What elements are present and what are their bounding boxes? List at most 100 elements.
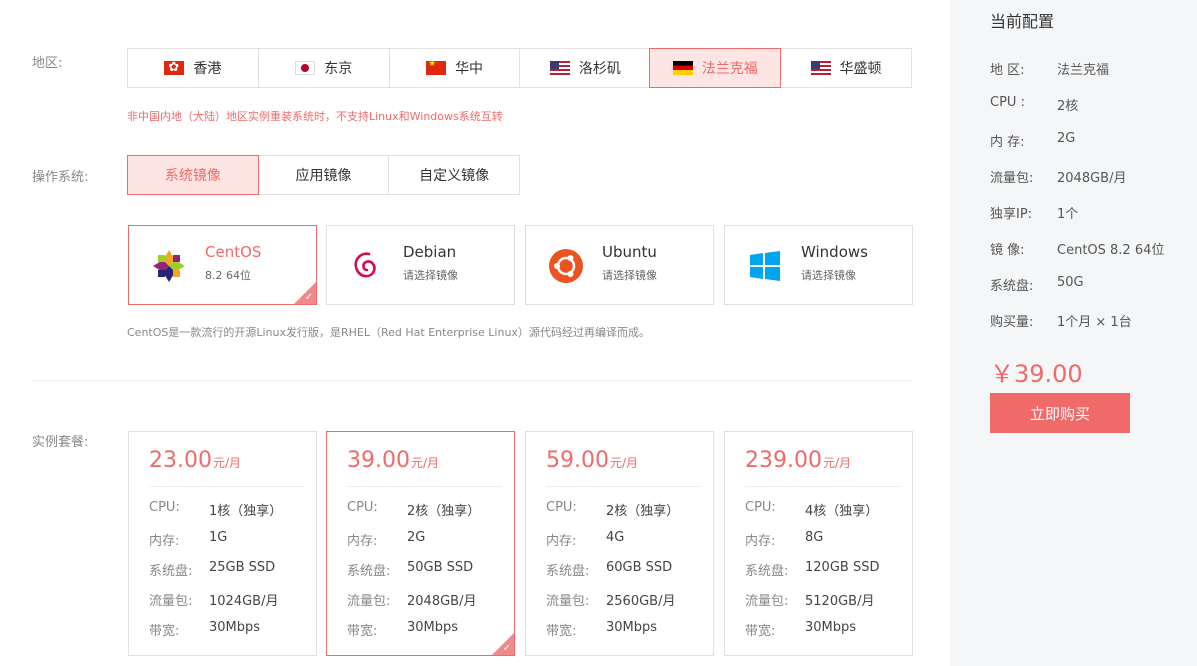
tab-custom-image[interactable]: 自定义镜像 <box>388 156 519 194</box>
debian-logo-icon <box>354 252 376 278</box>
summary-key: CPU : <box>990 95 1025 110</box>
spec-key: CPU: <box>546 500 577 515</box>
plan-price: 23.00 元/月 <box>149 448 241 473</box>
os-tabs: 系统镜像 应用镜像 自定义镜像 <box>127 155 520 195</box>
spec-key: CPU: <box>149 500 180 515</box>
config-panel: 地区: 香港 东京 华中 洛杉矶 法兰克福 <box>0 0 950 666</box>
region-note: 非中国内地（大陆）地区实例重装系统时，不支持Linux和Windows系统互转 <box>127 110 503 123</box>
os-card-centos[interactable]: CentOS 8.2 64位 ✓ <box>128 225 317 305</box>
spec-value: 1G <box>209 530 228 545</box>
summary-row-image: 镜 像: CentOS 8.2 64位 <box>990 239 1164 258</box>
region-tab-label: 洛杉矶 <box>578 61 621 77</box>
tab-app-image[interactable]: 应用镜像 <box>257 156 389 194</box>
spec-key: 系统盘: <box>149 564 193 579</box>
divider <box>347 486 502 487</box>
plan-card-239[interactable]: 239.00 元/月 CPU: 4核（独享） 内存: 8G 系统盘: 120GB SSD… <box>724 431 913 656</box>
check-icon: ✓ <box>492 633 514 655</box>
plan-spec-bandwidth: 带宽: 30Mbps <box>149 620 316 639</box>
plan-card-39[interactable]: 39.00 元/月 CPU: 2核（独享） 内存: 2G 系统盘: 50GB SSD 流… <box>326 431 515 656</box>
region-tab-frankfurt[interactable]: 法兰克福 <box>649 48 782 88</box>
spec-key: 内存: <box>546 534 577 549</box>
summary-row-ip: 独享IP: 1个 <box>990 203 1078 222</box>
region-tab-label: 东京 <box>324 61 353 77</box>
plan-spec-cpu: CPU: 4核（独享） <box>745 500 912 519</box>
spec-key: 流量包: <box>546 594 590 609</box>
spec-value: 30Mbps <box>805 620 857 635</box>
region-tab-central-china[interactable]: 华中 <box>388 49 520 87</box>
plan-price: 59.00 元/月 <box>546 448 638 473</box>
plan-price: 39.00 元/月 <box>347 448 439 473</box>
us-flag-icon <box>549 61 570 75</box>
spec-key: 带宽: <box>745 624 776 639</box>
spec-key: 流量包: <box>745 594 789 609</box>
summary-key: 地 区: <box>990 63 1025 78</box>
spec-value: 60GB SSD <box>606 560 673 575</box>
spec-value: 120GB SSD <box>805 560 880 575</box>
spec-value: 4核（独享） <box>805 504 879 519</box>
plan-spec-traffic: 流量包: 1024GB/月 <box>149 590 316 609</box>
spec-key: 带宽: <box>546 624 577 639</box>
spec-value: 2048GB/月 <box>407 594 477 609</box>
region-tab-washington[interactable]: 华盛顿 <box>780 49 911 87</box>
region-tab-los-angeles[interactable]: 洛杉矶 <box>519 49 650 87</box>
plan-price-value: 59.00 <box>546 448 609 473</box>
plan-spec-memory: 内存: 8G <box>745 530 912 549</box>
tab-system-image[interactable]: 系统镜像 <box>127 155 259 195</box>
windows-logo-icon <box>750 251 780 281</box>
spec-value: 1核（独享） <box>209 504 283 519</box>
plan-price-value: 23.00 <box>149 448 212 473</box>
spec-value: 30Mbps <box>407 620 459 635</box>
os-card-version: 8.2 64位 <box>205 269 251 282</box>
cn-flag-icon <box>426 61 447 75</box>
spec-key: CPU: <box>347 500 378 515</box>
plan-spec-traffic: 流量包: 2048GB/月 <box>347 590 514 609</box>
buy-now-button[interactable]: 立即购买 <box>990 393 1130 433</box>
spec-key: 内存: <box>745 534 776 549</box>
os-card-hint: 请选择镜像 <box>602 269 657 282</box>
plan-card-23[interactable]: 23.00 元/月 CPU: 1核（独享） 内存: 1G 系统盘: 25GB SSD 流… <box>128 431 317 656</box>
summary-key: 独享IP: <box>990 207 1033 222</box>
summary-key: 系统盘: <box>990 279 1034 294</box>
plan-price-unit: 元/月 <box>609 456 639 470</box>
summary-value: CentOS 8.2 64位 <box>1057 243 1165 258</box>
plan-card-59[interactable]: 59.00 元/月 CPU: 2核（独享） 内存: 4G 系统盘: 60GB SSD 流… <box>525 431 714 656</box>
plan-price-unit: 元/月 <box>822 456 852 470</box>
spec-value: 30Mbps <box>209 620 261 635</box>
os-card-debian[interactable]: Debian 请选择镜像 <box>326 225 515 305</box>
summary-total-price: ￥39.00 <box>990 360 1083 388</box>
os-card-windows[interactable]: Windows 请选择镜像 <box>724 225 913 305</box>
summary-value: 2048GB/月 <box>1057 171 1127 186</box>
ubuntu-logo-icon <box>549 249 583 283</box>
plan-label: 实例套餐: <box>32 435 89 450</box>
plan-spec-traffic: 流量包: 2560GB/月 <box>546 590 713 609</box>
spec-key: 系统盘: <box>745 564 789 579</box>
os-card-name: Ubuntu <box>602 243 657 261</box>
os-card-ubuntu[interactable]: Ubuntu 请选择镜像 <box>525 225 714 305</box>
plan-spec-disk: 系统盘: 50GB SSD <box>347 560 514 579</box>
spec-value: 25GB SSD <box>209 560 276 575</box>
summary-row-memory: 内 存: 2G <box>990 131 1075 150</box>
plan-price-unit: 元/月 <box>410 456 440 470</box>
plan-spec-cpu: CPU: 2核（独享） <box>347 500 514 519</box>
plan-spec-disk: 系统盘: 60GB SSD <box>546 560 713 579</box>
divider <box>149 486 304 487</box>
plan-spec-cpu: CPU: 2核（独享） <box>546 500 713 519</box>
summary-value: 50G <box>1057 275 1084 290</box>
divider <box>745 486 900 487</box>
summary-value: 2G <box>1057 131 1076 146</box>
summary-value: 法兰克福 <box>1057 63 1110 78</box>
jp-flag-icon <box>295 61 316 75</box>
config-summary-sidebar: 当前配置 地 区: 法兰克福 CPU : 2核 内 存: 2G 流量包: 2048GB… <box>950 0 1197 666</box>
spec-value: 50GB SSD <box>407 560 474 575</box>
os-label: 操作系统: <box>32 170 89 185</box>
summary-row-traffic: 流量包: 2048GB/月 <box>990 167 1126 186</box>
os-card-name: Windows <box>801 243 868 261</box>
region-tab-tokyo[interactable]: 东京 <box>257 49 389 87</box>
plan-price-value: 239.00 <box>745 448 822 473</box>
plan-spec-disk: 系统盘: 120GB SSD <box>745 560 912 579</box>
summary-row-cpu: CPU : 2核 <box>990 95 1078 114</box>
spec-value: 4G <box>606 530 625 545</box>
os-card-hint: 请选择镜像 <box>801 269 856 282</box>
region-tab-hongkong[interactable]: 香港 <box>128 49 258 87</box>
spec-key: 内存: <box>347 534 378 549</box>
